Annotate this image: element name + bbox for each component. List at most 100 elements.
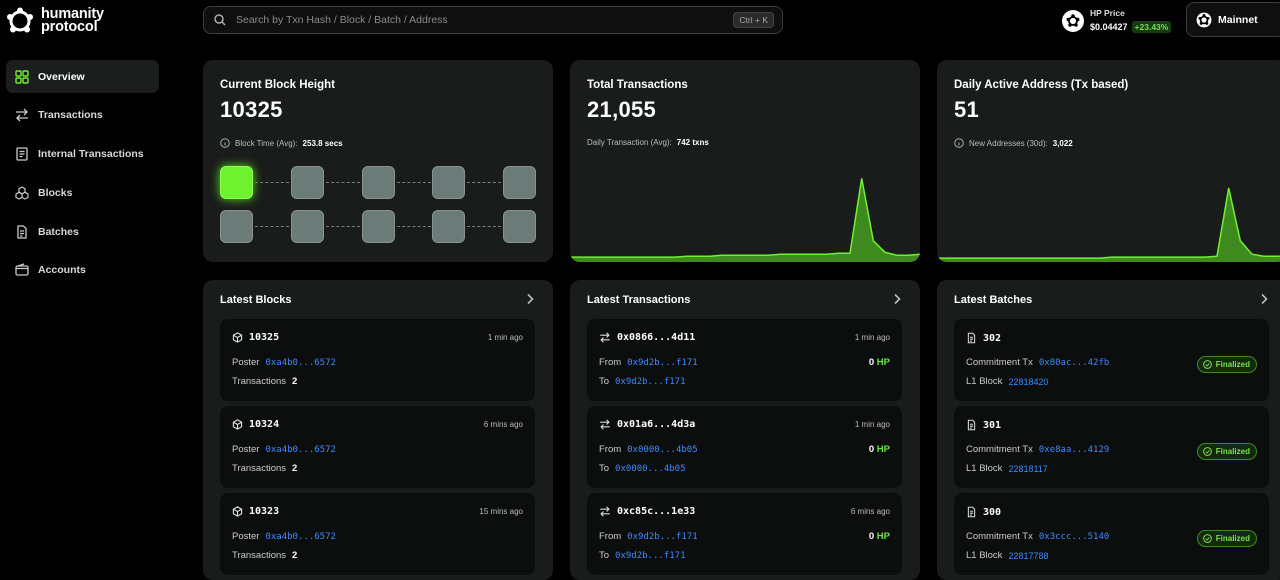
search-icon [214, 14, 226, 26]
poster-label: Poster [232, 444, 260, 455]
amount-value: 0 [868, 531, 875, 542]
chevron-right-icon[interactable] [1259, 293, 1269, 305]
tx-hash-link[interactable]: 0xc85c...1e33 [617, 506, 695, 517]
network-selector[interactable]: Mainnet [1186, 2, 1280, 37]
status-label: Finalized [1215, 534, 1250, 543]
to-label: To [599, 550, 610, 561]
tx-hash-link[interactable]: 0x0866...4d11 [617, 332, 695, 343]
sidebar-item-label: Blocks [38, 186, 73, 199]
from-address-link[interactable]: 0x9d2b...f171 [627, 532, 697, 542]
hp-price-widget: HP Price $0.04427 +23.43% [1062, 8, 1172, 33]
sidebar-item-batches[interactable]: Batches [6, 215, 159, 248]
swap-icon [600, 419, 610, 430]
daily-tx-stat: Daily Transaction (Avg): 742 txns [587, 138, 709, 147]
total-tx-value: 21,055 [587, 97, 657, 122]
l1-block-link[interactable]: 22818420 [1008, 377, 1048, 387]
document-icon [967, 506, 976, 518]
sidebar-item-label: Accounts [38, 264, 86, 277]
humanity-logo-icon [7, 7, 33, 33]
block-tile [220, 210, 253, 243]
new-address-value: 3,022 [1052, 138, 1073, 148]
transactions-count: 2 [292, 463, 298, 474]
sidebar-item-blocks[interactable]: Blocks [6, 176, 159, 209]
sidebar-item-accounts[interactable]: Accounts [6, 254, 159, 287]
block-tile [503, 166, 536, 199]
transaction-list-item[interactable]: 0x01a6...4d3a 1 min ago From 0x0000...4b0… [587, 406, 902, 488]
panel-title: Latest Batches [954, 294, 1033, 306]
l1-block-link[interactable]: 22817788 [1008, 551, 1048, 561]
tx-amount: 0 HP [869, 444, 890, 455]
chevron-right-icon[interactable] [892, 293, 902, 305]
poster-address-link[interactable]: 0xa4b0...6572 [265, 445, 335, 455]
daily-tx-label: Daily Transaction (Avg): [587, 138, 672, 147]
commitment-tx-link[interactable]: 0xe8aa...4129 [1039, 445, 1109, 455]
tx-sparkline-chart [570, 178, 920, 262]
block-list-item[interactable]: 10324 6 mins ago Poster 0xa4b0...6572 Tra… [220, 406, 535, 488]
to-address-link[interactable]: 0x9d2b...f171 [615, 377, 685, 387]
status-badge: Finalized [1196, 356, 1257, 373]
sidebar-item-transactions[interactable]: Transactions [6, 99, 159, 132]
swap-icon [16, 108, 28, 122]
batch-list-item[interactable]: 302 Commitment Tx 0x80ac...42fb L1 Block 2… [954, 319, 1269, 401]
chevron-right-icon[interactable] [525, 293, 535, 305]
check-circle-icon [1202, 447, 1212, 456]
batch-number-link[interactable]: 301 [983, 420, 1001, 431]
block-number-link[interactable]: 10325 [249, 332, 279, 343]
poster-address-link[interactable]: 0xa4b0...6572 [265, 358, 335, 368]
from-address-link[interactable]: 0x0000...4b05 [627, 445, 697, 455]
cube-icon [232, 506, 243, 517]
swap-icon [600, 506, 610, 517]
grid-icon [15, 69, 29, 84]
block-number-link[interactable]: 10323 [249, 506, 279, 517]
receipt-icon [16, 147, 28, 161]
to-address-link[interactable]: 0x9d2b...f171 [615, 551, 685, 561]
to-address-link[interactable]: 0x0000...4b05 [615, 464, 685, 474]
poster-address-link[interactable]: 0xa4b0...6572 [265, 532, 335, 542]
search-input[interactable] [234, 13, 734, 27]
block-height-card: Current Block Height 10325 Block Time (A… [203, 60, 553, 262]
info-icon [954, 138, 964, 148]
card-title: Total Transactions [587, 79, 688, 91]
commitment-tx-link[interactable]: 0x3ccc...5140 [1039, 532, 1109, 542]
transaction-list-item[interactable]: 0x0866...4d11 1 min ago From 0x9d2b...f17… [587, 319, 902, 401]
commitment-tx-link[interactable]: 0x80ac...42fb [1039, 358, 1109, 368]
batch-list-item[interactable]: 301 Commitment Tx 0xe8aa...4129 L1 Block 2… [954, 406, 1269, 488]
block-list-item[interactable]: 10325 1 min ago Poster 0xa4b0...6572 Tran… [220, 319, 535, 401]
commitment-label: Commitment Tx [966, 531, 1033, 542]
status-badge: Finalized [1196, 530, 1257, 547]
transactions-count: 2 [292, 376, 298, 387]
network-label: Mainnet [1218, 13, 1258, 26]
batch-list-item[interactable]: 300 Commitment Tx 0x3ccc...5140 L1 Block 2… [954, 493, 1269, 575]
block-age: 1 min ago [487, 333, 523, 342]
card-title: Current Block Height [220, 79, 336, 91]
block-number-link[interactable]: 10324 [249, 419, 279, 430]
block-tile-latest [220, 166, 253, 199]
batch-number-link[interactable]: 302 [983, 333, 1001, 344]
sidebar-item-overview[interactable]: Overview [6, 60, 159, 93]
active-address-card: Daily Active Address (Tx based) 51 New A… [937, 60, 1280, 262]
document-icon [967, 332, 976, 344]
tx-hash-link[interactable]: 0x01a6...4d3a [617, 419, 695, 430]
transaction-list-item[interactable]: 0xc85c...1e33 6 mins ago From 0x9d2b...f1… [587, 493, 902, 575]
block-list-item[interactable]: 10323 15 mins ago Poster 0xa4b0...6572 Tr… [220, 493, 535, 575]
poster-label: Poster [232, 531, 260, 542]
amount-value: 0 [868, 444, 875, 455]
l1-block-link[interactable]: 22818117 [1008, 464, 1047, 474]
block-height-value: 10325 [220, 97, 283, 122]
block-tile [291, 166, 324, 199]
status-label: Finalized [1215, 360, 1250, 369]
new-address-stat: New Addresses (30d): 3,022 [954, 138, 1073, 148]
sidebar-item-internal-transactions[interactable]: Internal Transactions [6, 138, 159, 171]
cube-icon [232, 419, 243, 430]
sidebar-item-label: Transactions [38, 109, 103, 122]
transactions-label: Transactions [232, 550, 287, 561]
to-label: To [599, 463, 610, 474]
from-label: From [599, 357, 622, 368]
status-badge: Finalized [1196, 443, 1257, 460]
batch-number-link[interactable]: 300 [983, 507, 1001, 518]
from-address-link[interactable]: 0x9d2b...f171 [627, 358, 697, 368]
brand-logo[interactable]: humanity protocol [6, 7, 104, 35]
transactions-count: 2 [292, 550, 298, 561]
tx-amount: 0 HP [869, 357, 890, 368]
sidebar-item-label: Batches [38, 225, 79, 238]
